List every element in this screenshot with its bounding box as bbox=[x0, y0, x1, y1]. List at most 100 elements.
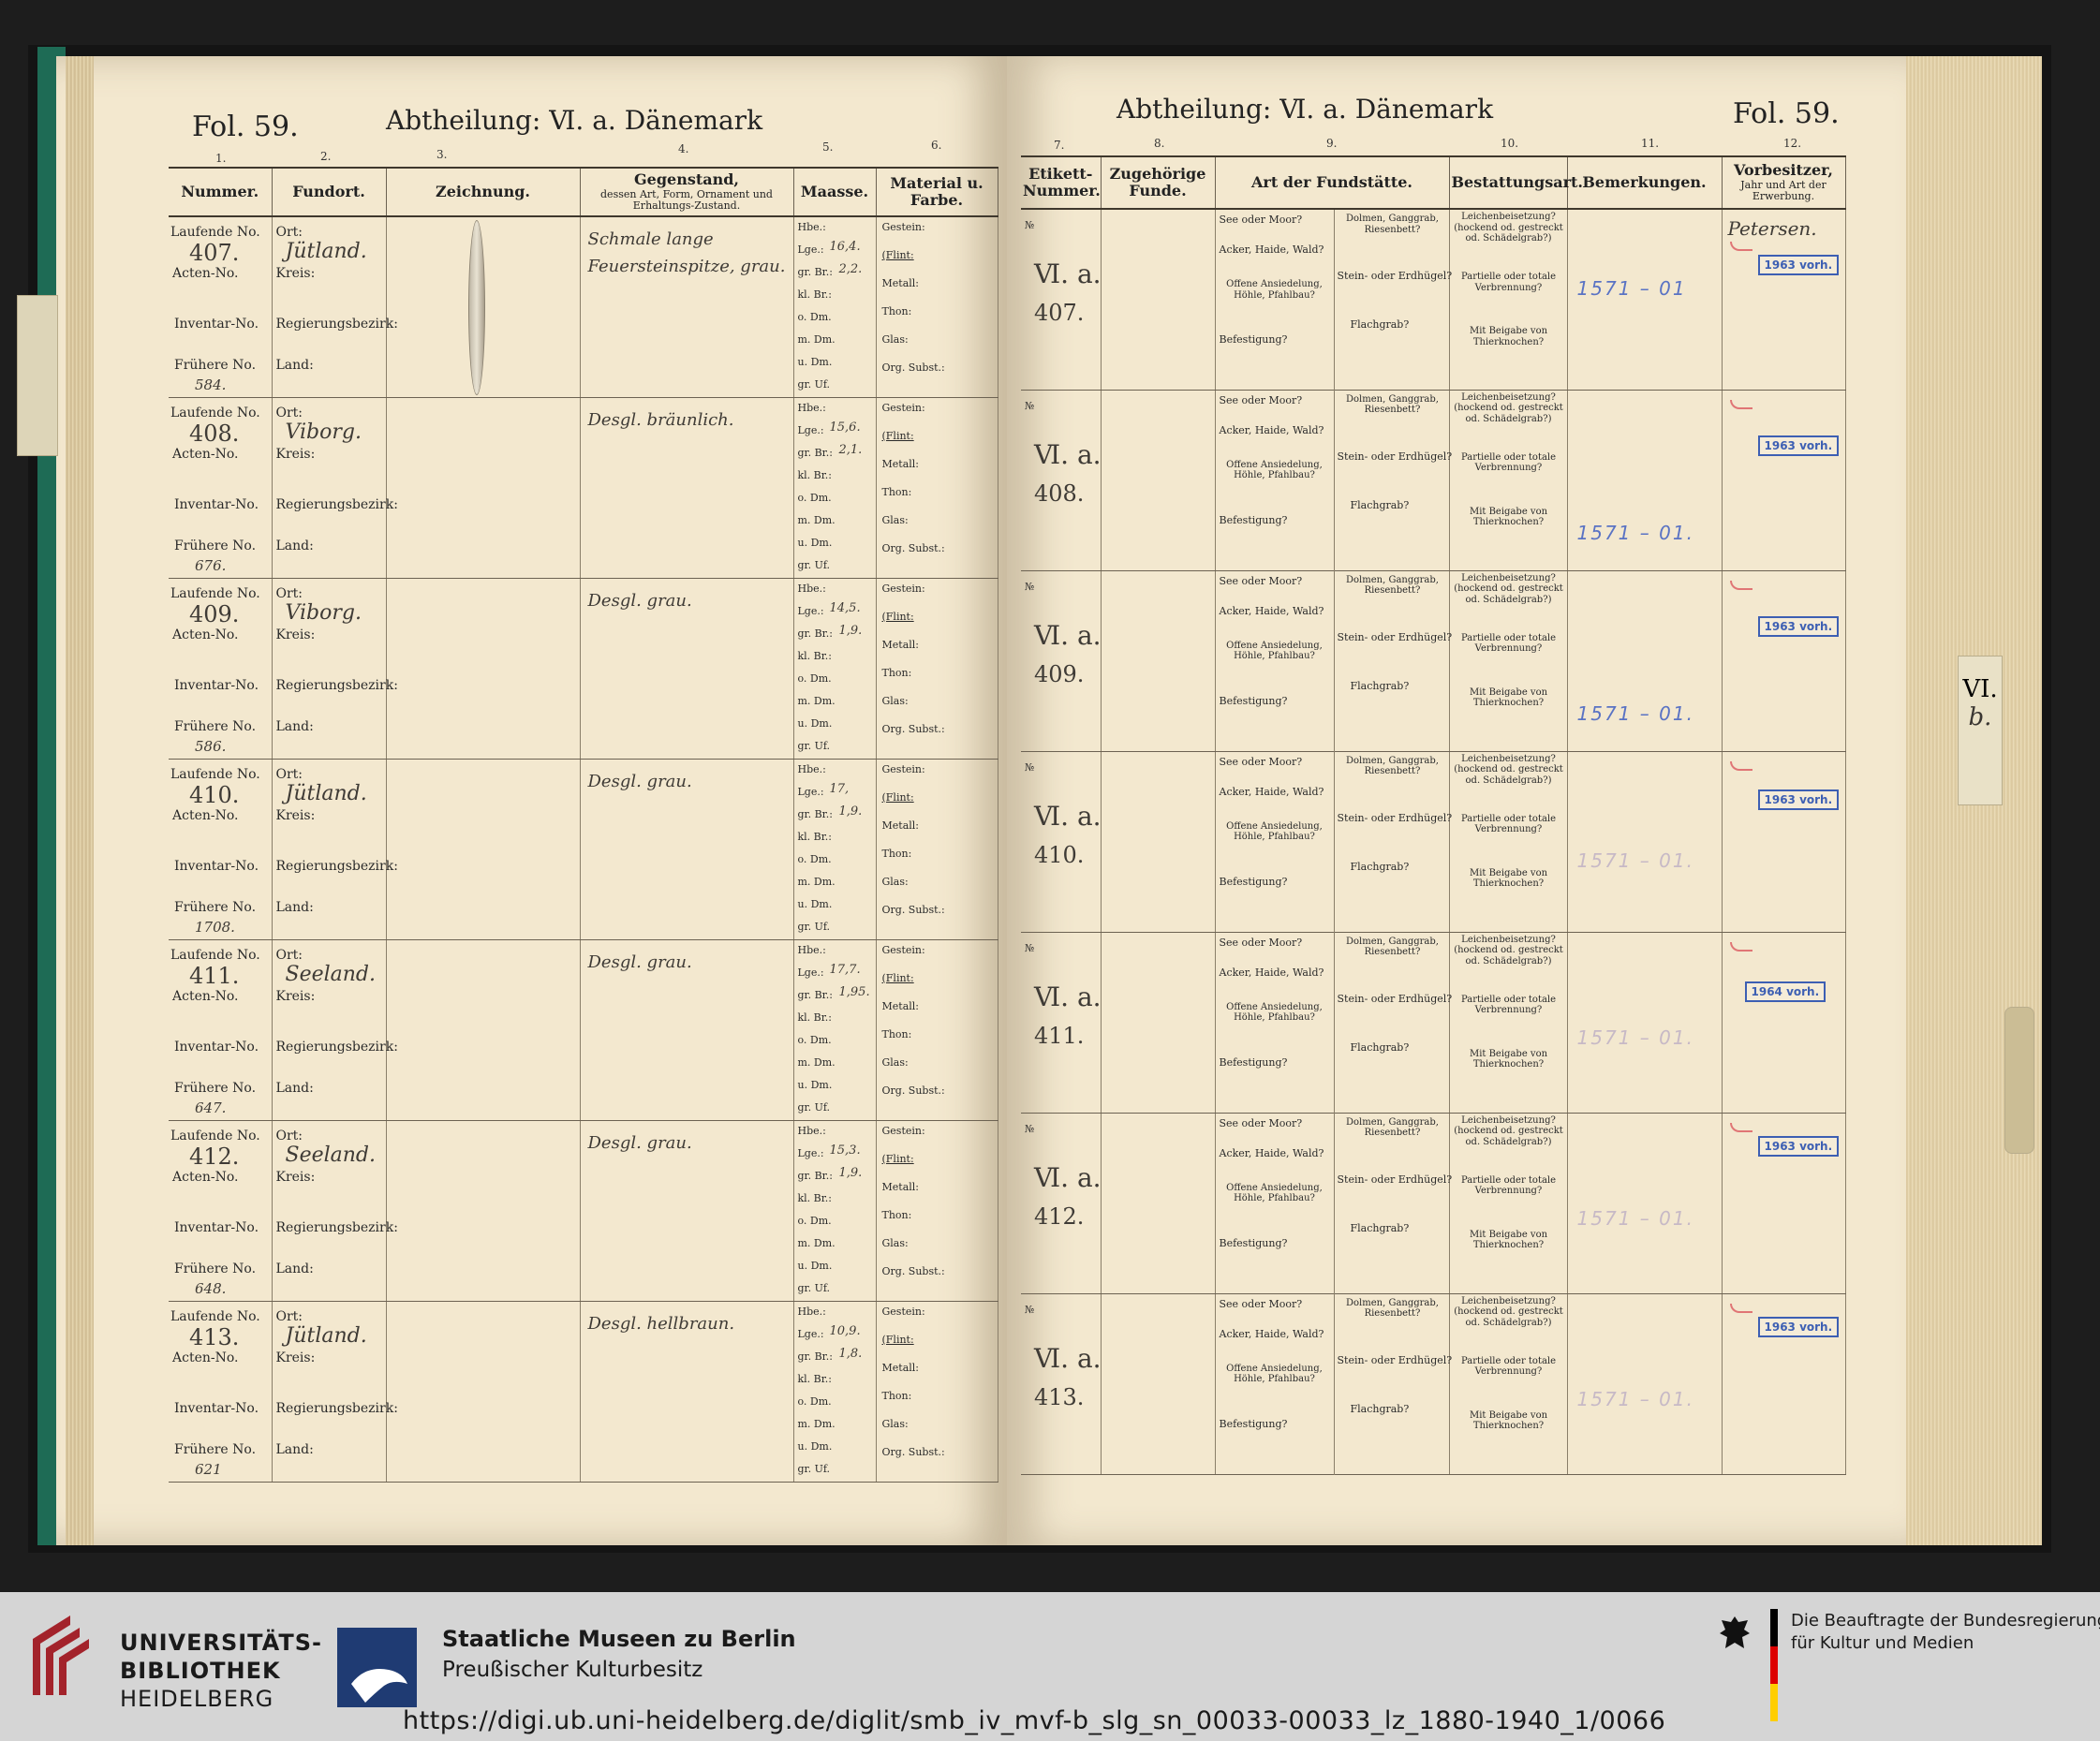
col-num: 9. bbox=[1326, 137, 1338, 150]
fruehere-label: Frühere No. bbox=[174, 358, 257, 373]
cell-gegenstand: Desgl. grau. bbox=[580, 759, 794, 940]
partielle-label: Partielle oder totale Verbrennung? bbox=[1460, 994, 1557, 1016]
odm-label: o. Dm. bbox=[797, 1214, 832, 1227]
see-label: See oder Moor? bbox=[1219, 574, 1303, 587]
grbr-value: 2,1. bbox=[838, 442, 863, 457]
stein-label: Stein- oder Erdhügel? bbox=[1337, 1353, 1453, 1366]
lge-label: Lge.: bbox=[797, 785, 824, 798]
beigabe-label: Mit Beigabe von Thierknochen? bbox=[1469, 686, 1548, 709]
bkm-line1: Die Beauftragte der Bundesregierung bbox=[1791, 1611, 2100, 1630]
kreis-label: Kreis: bbox=[275, 1350, 316, 1365]
udm-label: u. Dm. bbox=[797, 1259, 833, 1272]
cell-gegenstand: Desgl. grau. bbox=[580, 1120, 794, 1302]
flint-blade-drawing bbox=[468, 220, 485, 395]
pencil-note: 1571 – 01. bbox=[1576, 1387, 1694, 1410]
acten-label: Acten-No. bbox=[172, 266, 239, 281]
german-flag-bar-icon bbox=[1770, 1609, 1778, 1721]
cell-maasse: Hbe.: Lge.: 16,4. gr. Br.: 2,2. kl. Br.:… bbox=[793, 216, 877, 398]
col-header-maasse: Maasse. bbox=[793, 167, 877, 217]
table-row: Laufende No. 409. Acten-No. Inventar-No.… bbox=[169, 578, 998, 760]
flint-label: (Flint: bbox=[881, 1152, 914, 1165]
inventar-label: Inventar-No. bbox=[174, 1219, 259, 1235]
etikett-abt: Ⅵ. a. bbox=[1034, 1342, 1102, 1374]
see-label: See oder Moor? bbox=[1219, 936, 1303, 949]
flachgrab-label: Flachgrab? bbox=[1350, 318, 1410, 331]
udm-label: u. Dm. bbox=[797, 356, 833, 368]
cell-zeichnung bbox=[386, 1120, 581, 1302]
kreis-label: Kreis: bbox=[275, 988, 316, 1004]
thon-label: Thon: bbox=[881, 1389, 912, 1402]
dolmen-label: Dolmen, Ganggrab, Riesenbett? bbox=[1346, 755, 1439, 777]
etikett-number: 409. bbox=[1034, 660, 1085, 687]
pencil-note: 1571 – 01. bbox=[1576, 1206, 1694, 1230]
dolmen-label: Dolmen, Ganggrab, Riesenbett? bbox=[1346, 214, 1439, 235]
cell-zugehoerige bbox=[1101, 751, 1216, 933]
acten-label: Acten-No. bbox=[172, 446, 239, 462]
stein-label: Stein- oder Erdhügel? bbox=[1337, 1173, 1453, 1186]
cell-bemerkungen: 1571 – 01. bbox=[1567, 1113, 1723, 1294]
metall-label: Metall: bbox=[881, 277, 920, 289]
cell-etikett: № Ⅵ. a. 407. bbox=[1021, 209, 1102, 391]
acker-label: Acker, Haide, Wald? bbox=[1219, 785, 1324, 798]
no-label: № bbox=[1025, 941, 1035, 954]
etikett-abt: Ⅵ. a. bbox=[1034, 619, 1102, 651]
befestigung-label: Befestigung? bbox=[1219, 694, 1288, 707]
laufende-number: 410. bbox=[189, 781, 240, 808]
cell-bemerkungen: 1571 – 01 bbox=[1567, 209, 1723, 391]
cell-vorbesitzer: 1964 vorh. bbox=[1722, 932, 1846, 1114]
cell-vorbesitzer: Petersen. 1963 vorh. bbox=[1722, 209, 1846, 391]
cell-bemerkungen: 1571 – 01. bbox=[1567, 570, 1723, 752]
offene-label: Offene Ansiedelung, Höhle, Pfahlbau? bbox=[1226, 1001, 1323, 1024]
laufende-label: Laufende No. bbox=[170, 405, 260, 420]
cell-material: Gestein: (Flint: Metall: Thon: Glas: Org… bbox=[876, 1301, 998, 1483]
stein-label: Stein- oder Erdhügel? bbox=[1337, 270, 1453, 282]
fruehere-label: Frühere No. bbox=[174, 1441, 257, 1457]
laufende-number: 407. bbox=[189, 240, 240, 266]
mdm-label: m. Dm. bbox=[797, 694, 836, 707]
fruehere-label: Frühere No. bbox=[174, 899, 257, 915]
land-label: Land: bbox=[275, 899, 314, 915]
leichen-label: Leichenbeisetzung? (hockend od. gestreck… bbox=[1454, 391, 1563, 424]
ort-value: Seeland. bbox=[285, 962, 377, 986]
lge-value: 16,4. bbox=[829, 240, 861, 254]
source-url[interactable]: https://digi.ub.uni-heidelberg.de/diglit… bbox=[403, 1706, 1665, 1735]
table-row: № Ⅵ. a. 412. See oder Moor? Acker, Haide… bbox=[1021, 1113, 1846, 1294]
gruf-label: gr. Uf. bbox=[797, 1281, 831, 1294]
metall-label: Metall: bbox=[881, 638, 920, 651]
flachgrab-label: Flachgrab? bbox=[1350, 1221, 1410, 1234]
befestigung-label: Befestigung? bbox=[1219, 1055, 1288, 1069]
gegenstand-value: Desgl. bräunlich. bbox=[587, 409, 734, 430]
cell-zeichnung bbox=[386, 578, 581, 760]
ort-label: Ort: bbox=[275, 585, 303, 601]
hbe-label: Hbe.: bbox=[797, 582, 826, 595]
cell-bestattung: Leichenbeisetzung? (hockend od. gestreck… bbox=[1449, 1113, 1568, 1294]
lge-value: 14,5. bbox=[829, 600, 861, 615]
dolmen-label: Dolmen, Ganggrab, Riesenbett? bbox=[1346, 574, 1439, 597]
ort-label: Ort: bbox=[275, 225, 303, 240]
cell-maasse: Hbe.: Lge.: 14,5. gr. Br.: 1,9. kl. Br.:… bbox=[793, 578, 877, 760]
regbez-label: Regierungsbezirk: bbox=[275, 1219, 398, 1235]
laufende-number: 409. bbox=[189, 600, 240, 627]
klbr-label: kl. Br.: bbox=[797, 468, 833, 481]
col-header-bemerkungen: Bemerkungen. bbox=[1567, 155, 1723, 210]
odm-label: o. Dm. bbox=[797, 1394, 832, 1408]
cell-fundort: Ort: Seeland. Kreis: Regierungsbezirk: L… bbox=[272, 1120, 398, 1302]
etikett-abt: Ⅵ. a. bbox=[1034, 800, 1102, 832]
glas-label: Glas: bbox=[881, 1236, 909, 1249]
right-abtheilung: Abtheilung: Ⅵ. a. Dänemark bbox=[1117, 94, 1494, 125]
cell-material: Gestein: (Flint: Metall: Thon: Glas: Org… bbox=[876, 578, 998, 760]
left-bookmark-tab bbox=[17, 295, 58, 456]
col-header-vorbesitzer: Vorbesitzer, Jahr und Art der Erwerbung. bbox=[1722, 155, 1846, 210]
udm-label: u. Dm. bbox=[797, 716, 833, 730]
cell-fundort: Ort: Viborg. Kreis: Regierungsbezirk: La… bbox=[272, 578, 398, 760]
mdm-label: m. Dm. bbox=[797, 1236, 836, 1249]
hbe-label: Hbe.: bbox=[797, 1124, 826, 1137]
ort-value: Jütland. bbox=[285, 781, 367, 805]
red-check-mark bbox=[1729, 580, 1752, 590]
fruehere-label: Frühere No. bbox=[174, 1080, 257, 1096]
ort-value: Jütland. bbox=[285, 240, 367, 263]
cell-zugehoerige bbox=[1101, 1293, 1216, 1475]
metall-label: Metall: bbox=[881, 457, 920, 470]
klbr-label: kl. Br.: bbox=[797, 288, 833, 301]
gruf-label: gr. Uf. bbox=[797, 920, 831, 933]
